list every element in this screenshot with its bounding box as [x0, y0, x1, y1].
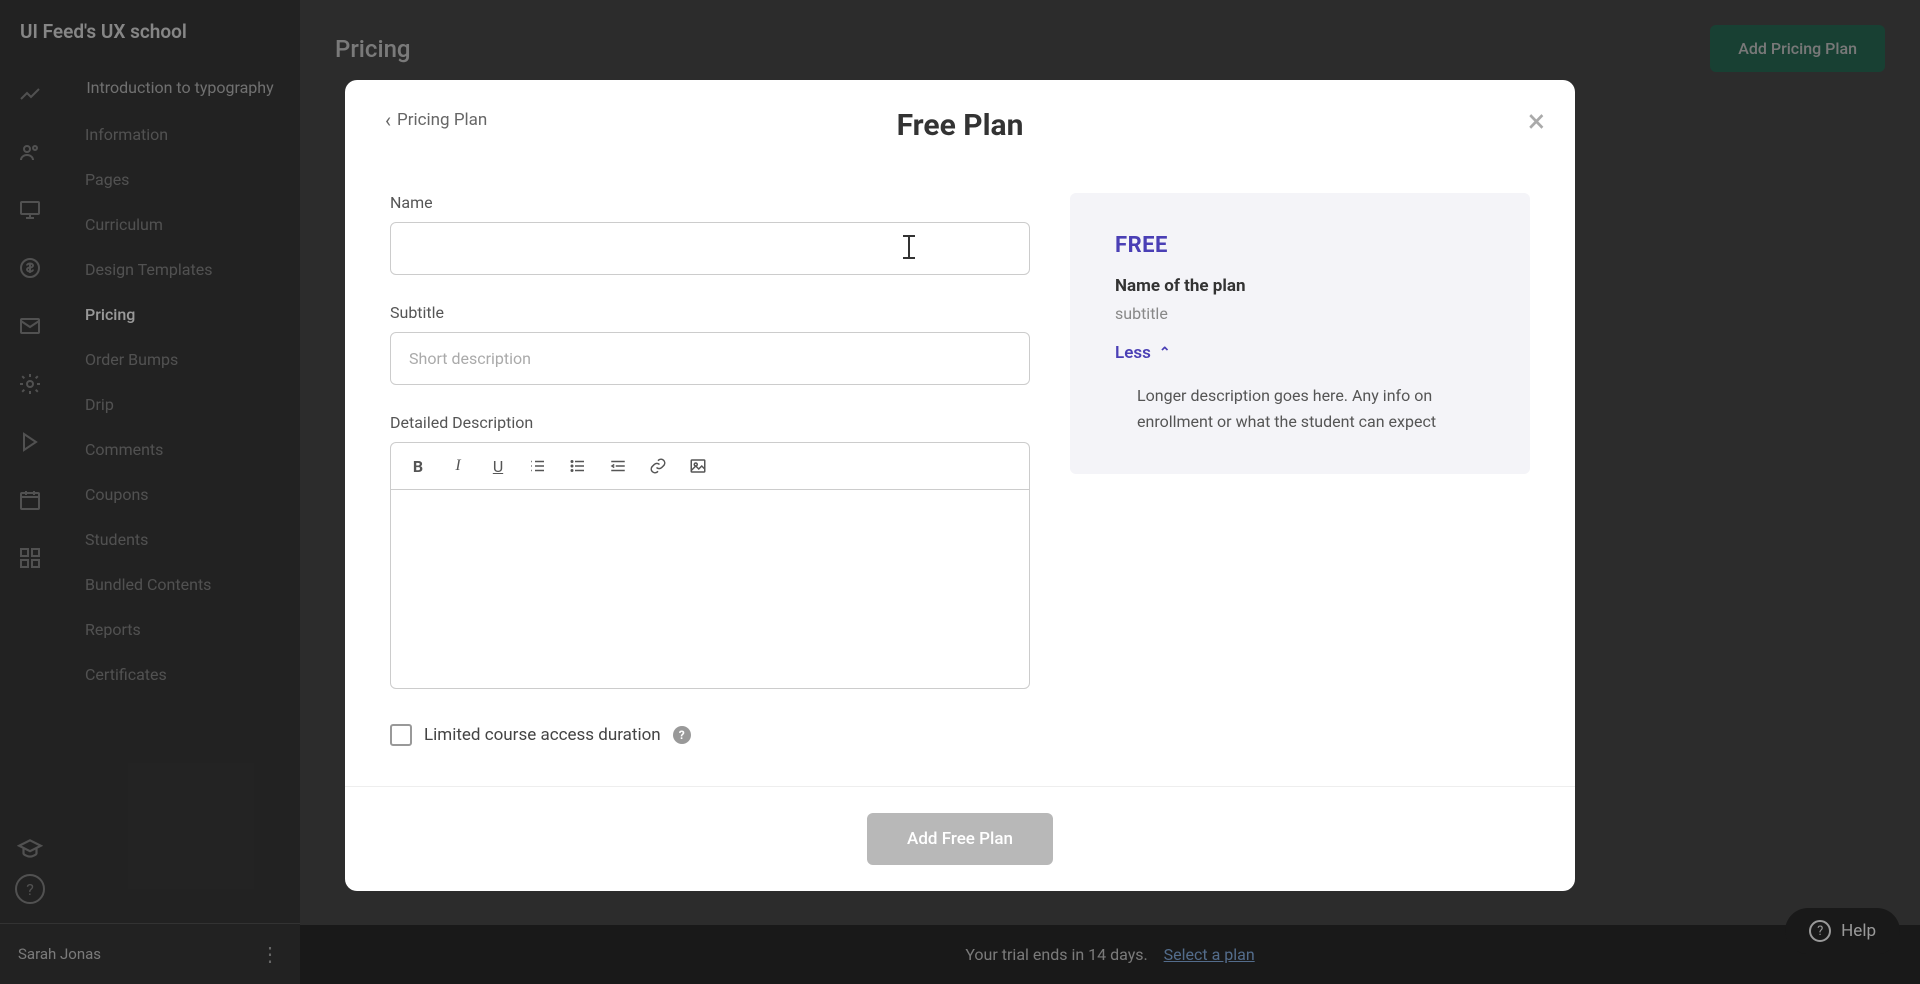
preview-plan-name: Name of the plan	[1115, 276, 1485, 296]
editor-toolbar: B I U	[390, 442, 1030, 489]
outdent-button[interactable]	[607, 455, 629, 477]
preview-toggle-button[interactable]: Less ⌃	[1115, 343, 1485, 363]
image-button[interactable]	[687, 455, 709, 477]
bold-button[interactable]: B	[407, 455, 429, 477]
plan-preview-card: FREE Name of the plan subtitle Less ⌃ Lo…	[1070, 193, 1530, 474]
name-label: Name	[390, 193, 1030, 212]
limited-access-checkbox[interactable]	[390, 724, 412, 746]
detailed-description-label: Detailed Description	[390, 413, 1030, 432]
limited-access-label: Limited course access duration	[424, 725, 661, 745]
add-free-plan-button[interactable]: Add Free Plan	[867, 813, 1053, 865]
modal-title: Free Plan	[385, 108, 1535, 143]
breadcrumb-label: Pricing Plan	[397, 110, 487, 130]
pricing-plan-modal: ‹ Pricing Plan Free Plan × Name Subtitle…	[345, 80, 1575, 891]
underline-button[interactable]: U	[487, 455, 509, 477]
italic-button[interactable]: I	[447, 455, 469, 477]
breadcrumb-back[interactable]: ‹ Pricing Plan	[385, 108, 487, 132]
chevron-left-icon: ‹	[385, 108, 391, 132]
name-input[interactable]	[390, 222, 1030, 275]
detailed-description-editor[interactable]	[390, 489, 1030, 689]
ordered-list-button[interactable]	[527, 455, 549, 477]
subtitle-label: Subtitle	[390, 303, 1030, 322]
chevron-up-icon: ⌃	[1159, 345, 1171, 361]
link-button[interactable]	[647, 455, 669, 477]
preview-price-label: FREE	[1115, 233, 1485, 258]
close-button[interactable]: ×	[1528, 102, 1545, 140]
preview-toggle-label: Less	[1115, 343, 1151, 363]
help-tooltip-icon[interactable]: ?	[673, 726, 691, 744]
preview-subtitle: subtitle	[1115, 304, 1485, 323]
preview-description: Longer description goes here. Any info o…	[1115, 383, 1485, 434]
unordered-list-button[interactable]	[567, 455, 589, 477]
subtitle-input[interactable]	[390, 332, 1030, 385]
